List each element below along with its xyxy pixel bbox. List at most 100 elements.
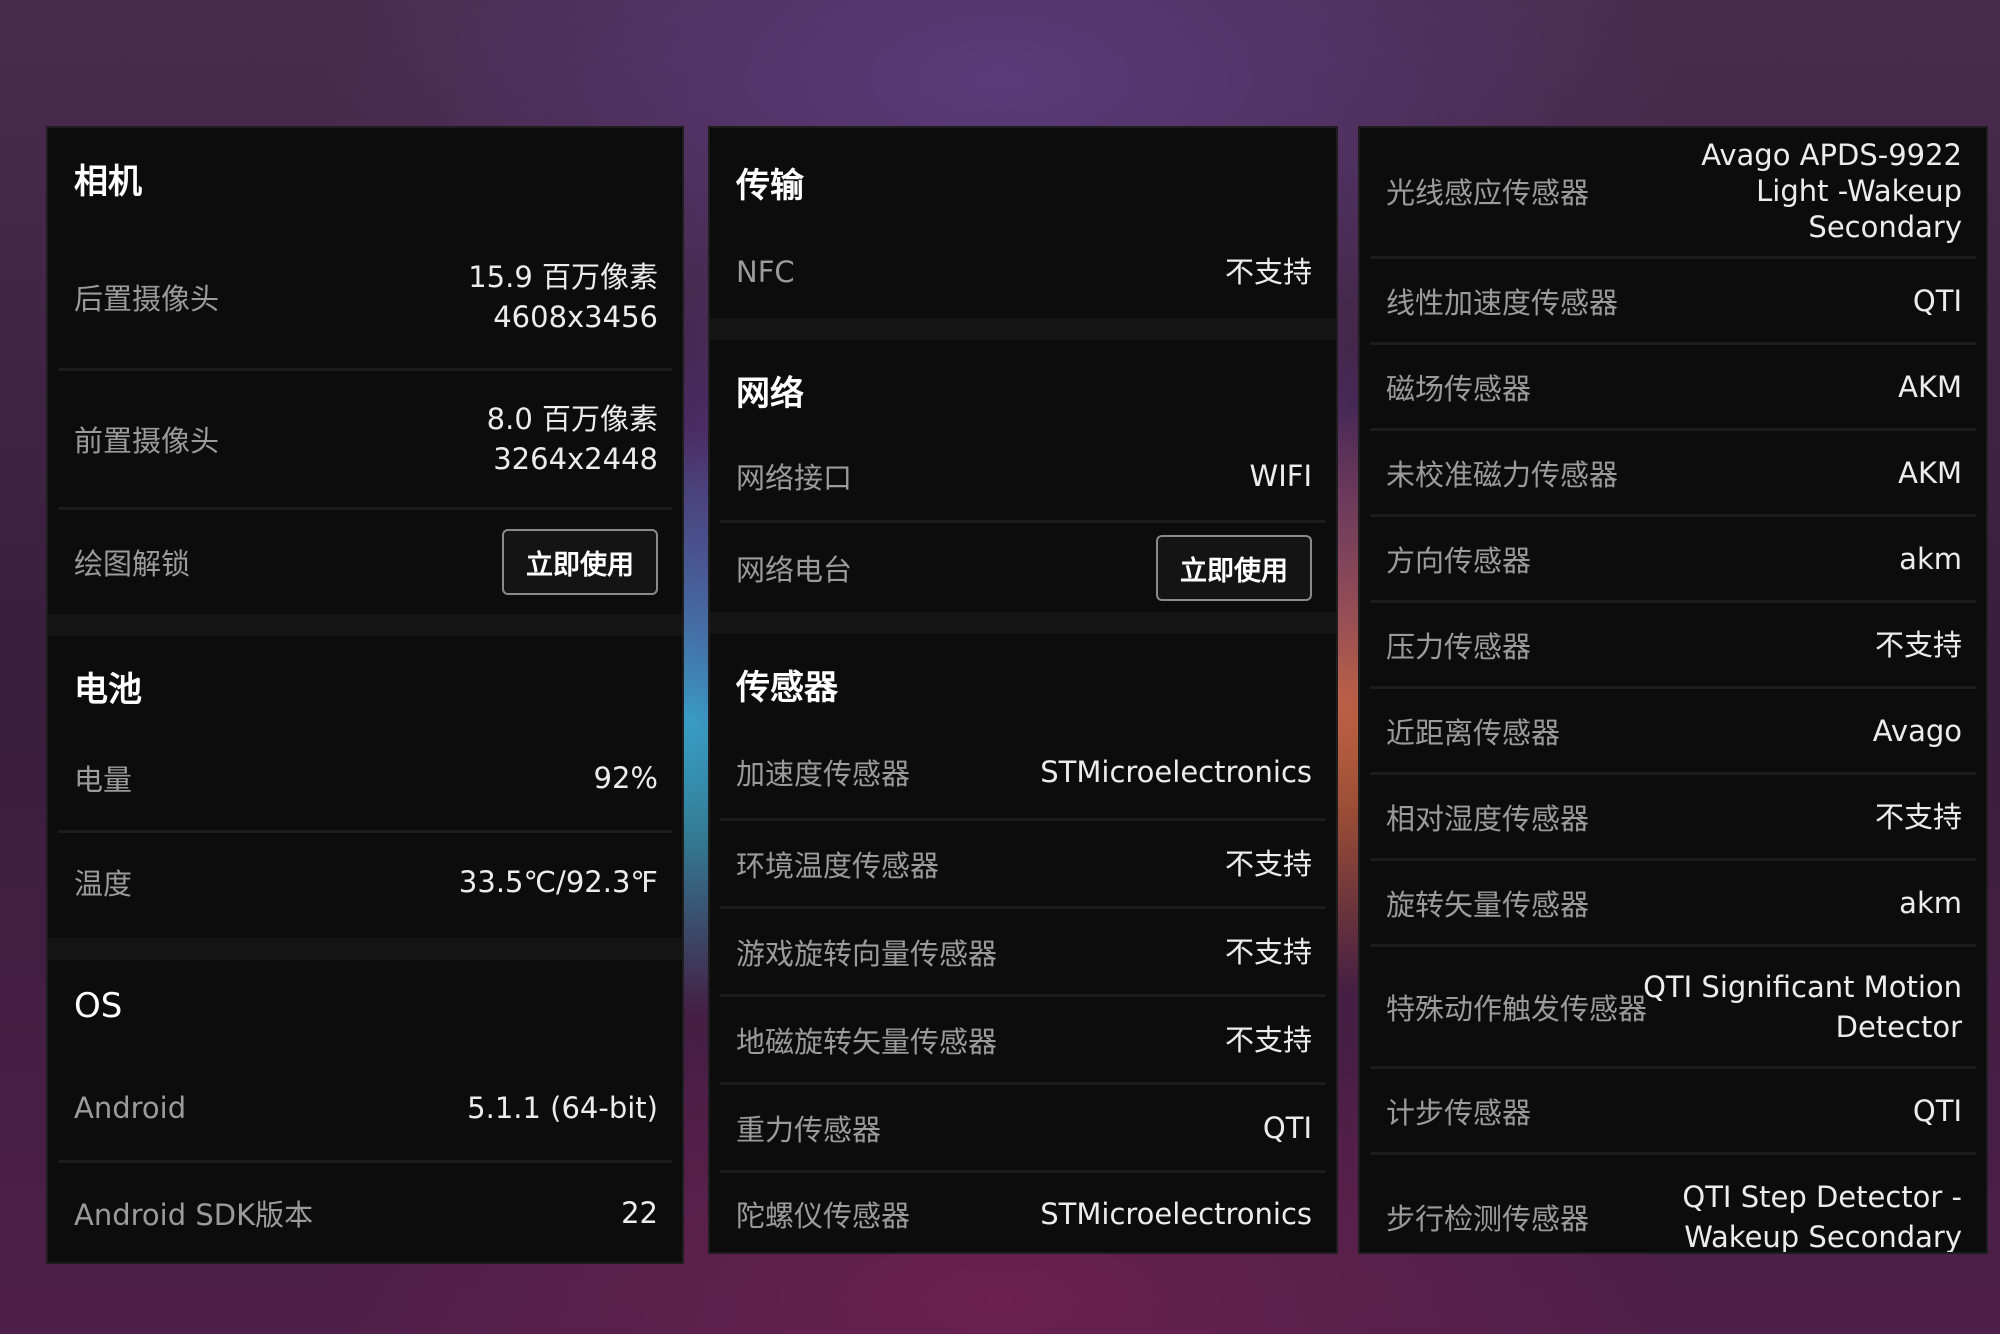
- light-sensor-model: Avago APDS-9922: [1701, 138, 1962, 172]
- sensor-row: 线性加速度传感器 QTI: [1370, 256, 1976, 343]
- sensor-label: 相对湿度传感器: [1386, 802, 1590, 836]
- rear-camera-megapixels: 15.9 百万像素: [468, 260, 658, 294]
- front-camera-value: 8.0 百万像素 3264x2448: [487, 399, 658, 479]
- sensor-value: STMicroelectronics: [1040, 1197, 1312, 1231]
- network-radio-use-now-button[interactable]: 立即使用: [1156, 535, 1312, 601]
- transfer-section: 传输 NFC 不支持: [710, 128, 1336, 318]
- network-interface-row: 网络接口 WIFI: [720, 434, 1326, 518]
- sensor-row: 磁场传感器 AKM: [1370, 342, 1976, 429]
- section-divider: [710, 318, 1336, 340]
- sensor-label: 线性加速度传感器: [1386, 286, 1619, 320]
- sensor-label: 陀螺仪传感器: [736, 1199, 911, 1233]
- step-counter-row: 计步传感器 QTI: [1370, 1066, 1976, 1153]
- sensor-label: 旋转矢量传感器: [1386, 888, 1590, 922]
- sensor-label: 方向传感器: [1386, 544, 1532, 578]
- light-sensor-mode: Secondary: [1808, 210, 1962, 244]
- rear-camera-label: 后置摄像头: [74, 282, 220, 316]
- sensor-row: 相对湿度传感器 不支持: [1370, 772, 1976, 859]
- nfc-row: NFC 不支持: [720, 228, 1326, 316]
- os-section-title: OS: [74, 986, 123, 1026]
- network-section: 网络 网络接口 WIFI 网络电台 立即使用: [710, 340, 1336, 612]
- sensors-section: 传感器 加速度传感器 STMicroelectronics 环境温度传感器 不支…: [710, 634, 1336, 1252]
- device-info-panel-middle: 传输 NFC 不支持 网络 网络接口 WIFI 网络电台 立即使用 传感器 加速…: [710, 128, 1336, 1252]
- sensor-row: 环境温度传感器 不支持: [720, 818, 1326, 907]
- battery-level-label: 电量: [74, 763, 133, 797]
- sensor-value: akm: [1899, 886, 1962, 920]
- sensor-value: akm: [1899, 542, 1962, 576]
- sensor-label: 磁场传感器: [1386, 372, 1532, 406]
- section-divider: [710, 612, 1336, 634]
- battery-temp-row: 温度 33.5℃/92.3℉: [58, 830, 672, 931]
- network-interface-label: 网络接口: [736, 461, 853, 495]
- section-divider: [48, 938, 682, 960]
- battery-temp-value: 33.5℃/92.3℉: [458, 865, 658, 899]
- android-version-label: Android: [74, 1091, 187, 1125]
- sensors-list-continued: 光线感应传感器 Avago APDS-9922 Light -Wakeup Se…: [1360, 128, 1986, 1252]
- sensor-value: QTI: [1262, 1111, 1312, 1145]
- front-camera-megapixels: 8.0 百万像素: [486, 402, 658, 436]
- light-sensor-type: Light -Wakeup: [1756, 174, 1962, 208]
- network-radio-row: 网络电台 立即使用: [720, 520, 1326, 613]
- rear-camera-value: 15.9 百万像素 4608x3456: [468, 257, 658, 337]
- sensor-row: 压力传感器 不支持: [1370, 600, 1976, 687]
- step-detector-model: QTI Step Detector -: [1682, 1180, 1962, 1214]
- light-sensor-value: Avago APDS-9922 Light -Wakeup Secondary: [1701, 137, 1962, 245]
- sensor-row: 重力传感器 QTI: [720, 1082, 1326, 1171]
- significant-motion-sensor-type: Detector: [1835, 1010, 1962, 1044]
- sensor-row: 地磁旋转矢量传感器 不支持: [720, 994, 1326, 1083]
- sensor-value: Avago: [1872, 714, 1962, 748]
- sensor-label: 未校准磁力传感器: [1386, 458, 1619, 492]
- camera-section-title: 相机: [74, 162, 142, 202]
- battery-section-title: 电池: [74, 670, 142, 710]
- sensor-value: AKM: [1898, 370, 1962, 404]
- sensor-label: 地磁旋转矢量传感器: [736, 1025, 998, 1059]
- nfc-label: NFC: [736, 255, 795, 289]
- sensor-label: 环境温度传感器: [736, 849, 940, 883]
- rear-camera-row: 后置摄像头 15.9 百万像素 4608x3456: [58, 228, 672, 366]
- light-sensor-row: 光线感应传感器 Avago APDS-9922 Light -Wakeup Se…: [1370, 128, 1976, 254]
- significant-motion-sensor-row: 特殊动作触发传感器 QTI Significant Motion Detecto…: [1370, 944, 1976, 1067]
- section-divider: [48, 614, 682, 636]
- significant-motion-sensor-model: QTI Significant Motion: [1643, 970, 1962, 1004]
- android-sdk-row: Android SDK版本 22: [58, 1160, 672, 1262]
- front-camera-row: 前置摄像头 8.0 百万像素 3264x2448: [58, 368, 672, 507]
- device-info-panel-left: 相机 后置摄像头 15.9 百万像素 4608x3456 前置摄像头 8.0 百…: [48, 128, 682, 1262]
- nfc-value: 不支持: [1224, 255, 1312, 289]
- sensor-value: QTI: [1912, 284, 1962, 318]
- sensor-row: 游戏旋转向量传感器 不支持: [720, 906, 1326, 995]
- pattern-unlock-use-now-button[interactable]: 立即使用: [502, 529, 658, 595]
- light-sensor-label: 光线感应传感器: [1386, 176, 1590, 210]
- sensor-label: 加速度传感器: [736, 757, 911, 791]
- network-radio-label: 网络电台: [736, 553, 853, 587]
- transfer-section-title: 传输: [736, 166, 804, 206]
- android-sdk-label: Android SDK版本: [74, 1198, 314, 1232]
- sensor-row: 近距离传感器 Avago: [1370, 686, 1976, 773]
- battery-level-row: 电量 92%: [58, 728, 672, 828]
- significant-motion-sensor-value: QTI Significant Motion Detector: [1643, 967, 1962, 1047]
- battery-level-value: 92%: [593, 761, 658, 795]
- sensor-label: 近距离传感器: [1386, 716, 1561, 750]
- battery-temp-label: 温度: [74, 867, 133, 901]
- front-camera-resolution: 3264x2448: [493, 442, 658, 476]
- step-detector-label: 步行检测传感器: [1386, 1202, 1590, 1236]
- sensor-label: 压力传感器: [1386, 630, 1532, 664]
- sensor-value: 不支持: [1224, 935, 1312, 969]
- sensor-value: 不支持: [1224, 1023, 1312, 1057]
- pattern-unlock-row: 绘图解锁 立即使用: [58, 507, 672, 614]
- sensor-value: 不支持: [1224, 847, 1312, 881]
- sensor-value: 不支持: [1874, 628, 1962, 662]
- android-version-row: Android 5.1.1 (64-bit): [58, 1058, 672, 1158]
- step-detector-mode: Wakeup Secondary: [1684, 1220, 1962, 1252]
- android-sdk-value: 22: [621, 1196, 658, 1230]
- battery-section: 电池 电量 92% 温度 33.5℃/92.3℉: [48, 636, 682, 938]
- camera-section: 相机 后置摄像头 15.9 百万像素 4608x3456 前置摄像头 8.0 百…: [48, 128, 682, 614]
- sensor-row: 陀螺仪传感器 STMicroelectronics: [720, 1170, 1326, 1252]
- significant-motion-sensor-label: 特殊动作触发传感器: [1386, 992, 1648, 1026]
- front-camera-label: 前置摄像头: [74, 424, 220, 458]
- sensor-row: 未校准磁力传感器 AKM: [1370, 428, 1976, 515]
- sensors-section-title: 传感器: [736, 668, 838, 708]
- sensor-value: AKM: [1898, 456, 1962, 490]
- sensor-value: 不支持: [1874, 800, 1962, 834]
- android-version-value: 5.1.1 (64-bit): [467, 1091, 658, 1125]
- step-detector-value: QTI Step Detector - Wakeup Secondary: [1682, 1177, 1962, 1252]
